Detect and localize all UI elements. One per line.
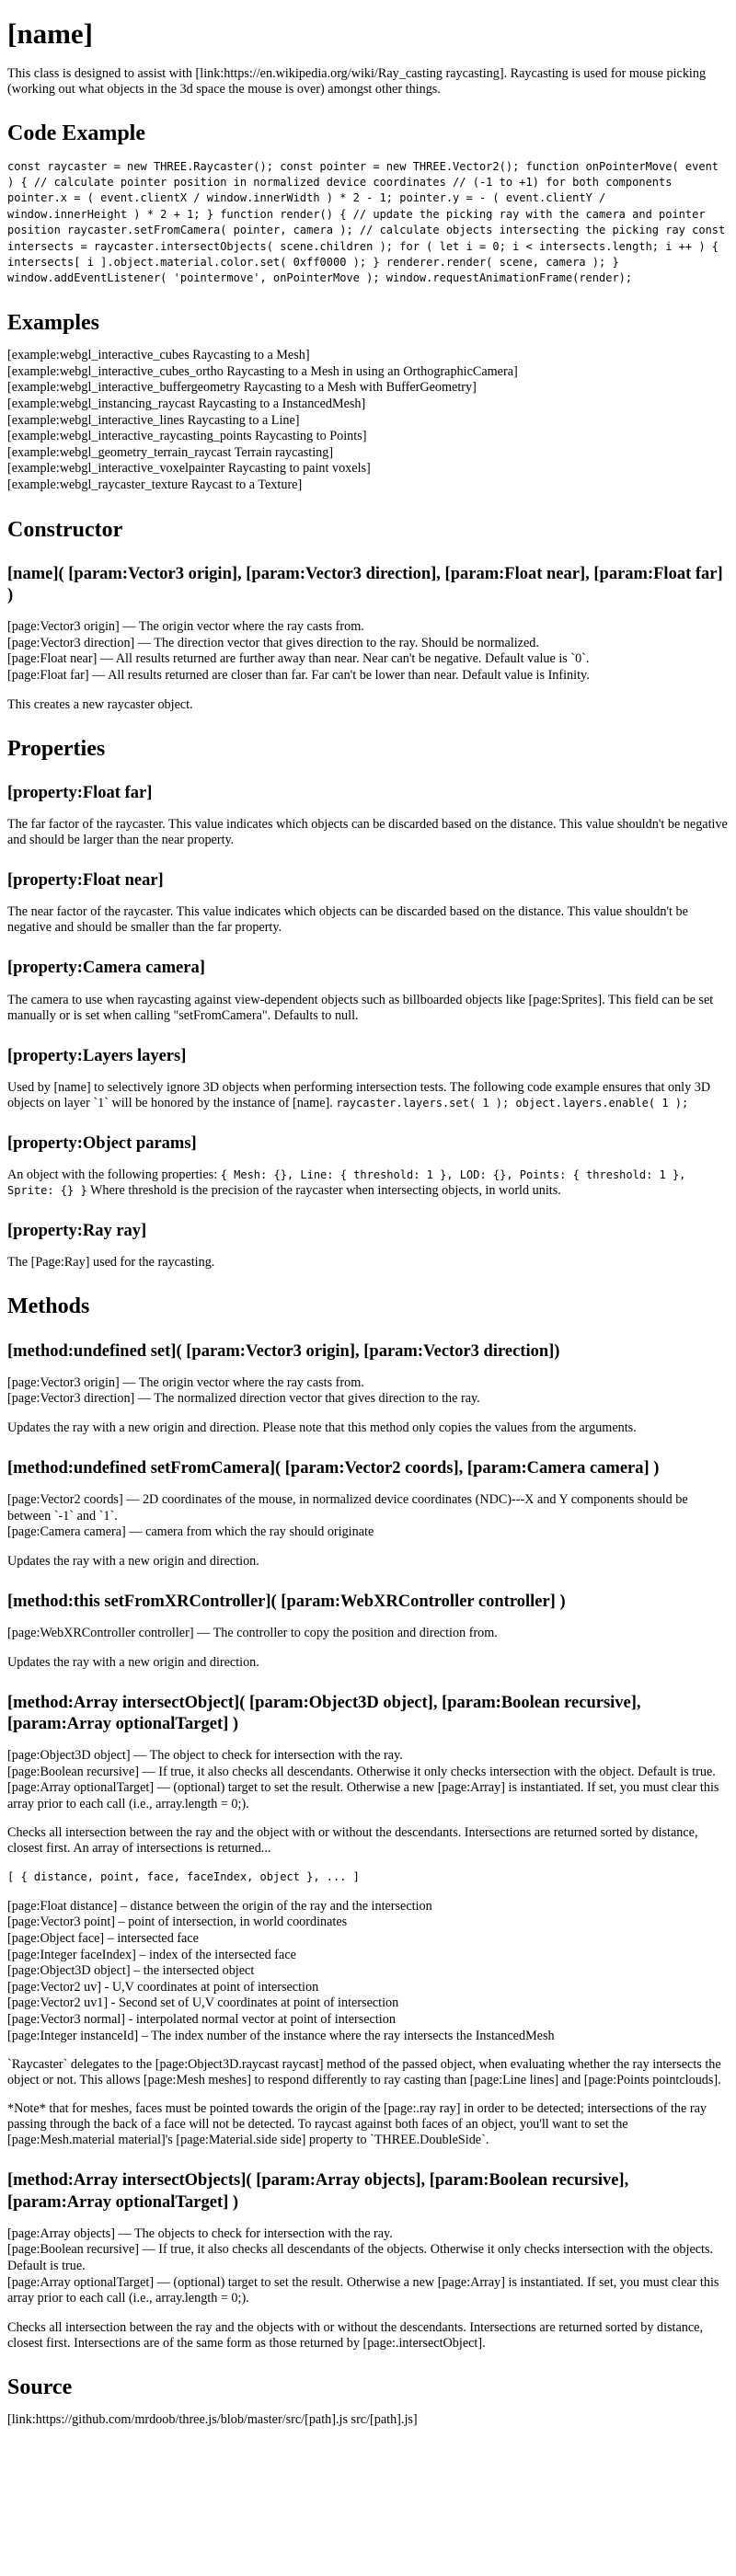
example-link[interactable]: [example:webgl_geometry_terrain_raycast … xyxy=(7,445,729,462)
constructor-description: This creates a new raycaster object. xyxy=(7,696,193,712)
constructor-signature: [name]( [param:Vector3 origin], [param:V… xyxy=(7,564,723,605)
intersection-fields: [page:Float distance] – distance between… xyxy=(7,1899,729,2044)
param-line: [page:Vector3 origin] — The origin vecto… xyxy=(7,619,364,635)
example-link[interactable]: [example:webgl_raycaster_texture Raycast… xyxy=(7,477,729,494)
property-far-description: The far factor of the raycaster. This va… xyxy=(7,817,728,848)
source-heading: Source xyxy=(7,2375,73,2399)
method-setfromcamera-signature: [method:undefined setFromCamera]( [param… xyxy=(7,1458,660,1478)
param-line: [page:Array objects] — The objects to ch… xyxy=(7,2225,393,2241)
method-setfromcamera-params: [page:Vector2 coords] — 2D coordinates o… xyxy=(7,1492,729,1541)
code-example-heading: Code Example xyxy=(7,121,145,146)
method-setfromxrcontroller-params: [page:WebXRController controller] — The … xyxy=(7,1626,729,1642)
property-params-signature: [property:Object params] xyxy=(7,1133,197,1153)
property-layers-description: Used by [name] to selectively ignore 3D … xyxy=(7,1080,729,1111)
example-link[interactable]: [example:webgl_interactive_buffergeometr… xyxy=(7,380,729,397)
param-line: [page:Vector3 direction] — The normalize… xyxy=(7,1391,480,1407)
field-line: [page:Object face] – intersected face xyxy=(7,1931,199,1947)
params-text-post: Where threshold is the precision of the … xyxy=(90,1182,561,1198)
param-line: [page:WebXRController controller] — The … xyxy=(7,1626,498,1641)
param-line: [page:Vector3 origin] — The origin vecto… xyxy=(7,1374,364,1390)
method-set-signature: [method:undefined set]( [param:Vector3 o… xyxy=(7,1341,560,1361)
example-link[interactable]: [example:webgl_interactive_cubes Raycast… xyxy=(7,348,729,364)
property-near-description: The near factor of the raycaster. This v… xyxy=(7,904,688,936)
param-line: [page:Float far] — All results returned … xyxy=(7,668,590,684)
field-line: [page:Vector2 uv1] - Second set of U,V c… xyxy=(7,1995,399,2011)
field-line: [page:Vector3 point] – point of intersec… xyxy=(7,1915,348,1930)
param-line: [page:Array optionalTarget] — (optional)… xyxy=(7,2274,719,2306)
intro-paragraph: This class is designed to assist with [l… xyxy=(7,66,707,98)
param-line: [page:Object3D object] — The object to c… xyxy=(7,1747,403,1763)
method-intersectobjects-params: [page:Array objects] — The objects to ch… xyxy=(7,2226,729,2307)
example-link[interactable]: [example:webgl_interactive_lines Raycast… xyxy=(7,413,729,430)
property-camera-description: The camera to use when raycasting agains… xyxy=(7,992,714,1023)
property-ray-description: The [Page:Ray] used for the raycasting. xyxy=(7,1255,215,1271)
method-setfromcamera-description: Updates the ray with a new origin and di… xyxy=(7,1553,259,1569)
property-camera-signature: [property:Camera camera] xyxy=(7,959,205,978)
param-line: [page:Vector2 coords] — 2D coordinates o… xyxy=(7,1492,688,1524)
field-line: [page:Vector3 normal] - interpolated nor… xyxy=(7,2012,396,2028)
method-intersectobject-signature: [method:Array intersectObject]( [param:O… xyxy=(7,1693,641,1733)
field-line: [page:Vector2 uv] - U,V coordinates at p… xyxy=(7,1979,319,1995)
examples-list: [example:webgl_interactive_cubes Raycast… xyxy=(7,348,729,493)
method-set-description: Updates the ray with a new origin and di… xyxy=(7,1420,637,1435)
page-title: [name] xyxy=(7,17,93,50)
examples-heading: Examples xyxy=(7,310,100,335)
method-intersectobject-params: [page:Object3D object] — The object to c… xyxy=(7,1748,729,1812)
param-line: [page:Camera camera] — camera from which… xyxy=(7,1524,374,1540)
params-text-pre: An object with the following properties: xyxy=(7,1167,218,1182)
doc-page: [name] This class is designed to assist … xyxy=(0,0,736,2428)
param-line: [page:Array optionalTarget] — (optional)… xyxy=(7,1780,719,1811)
example-link[interactable]: [example:webgl_interactive_raycasting_po… xyxy=(7,429,729,445)
property-ray-signature: [property:Ray ray] xyxy=(7,1221,147,1240)
field-line: [page:Object3D object] – the intersected… xyxy=(7,1963,255,1979)
method-setfromxrcontroller-signature: [method:this setFromXRController]( [para… xyxy=(7,1592,566,1611)
raycast-delegation-note: `Raycaster` delegates to the [page:Objec… xyxy=(7,2057,721,2088)
method-intersectobjects-signature: [method:Array intersectObjects]( [param:… xyxy=(7,2171,629,2212)
example-link[interactable]: [example:webgl_interactive_voxelpainter … xyxy=(7,461,729,477)
property-layers-signature: [property:Layers layers] xyxy=(7,1046,187,1065)
example-link[interactable]: [example:webgl_instancing_raycast Raycas… xyxy=(7,397,729,413)
constructor-params: [page:Vector3 origin] — The origin vecto… xyxy=(7,619,729,684)
intersection-result-code: [ { distance, point, face, faceIndex, ob… xyxy=(7,1870,360,1884)
field-line: [page:Float distance] – distance between… xyxy=(7,1898,432,1914)
field-line: [page:Integer faceIndex] – index of the … xyxy=(7,1947,296,1962)
mesh-faces-note: *Note* that for meshes, faces must be po… xyxy=(7,2101,707,2148)
constructor-heading: Constructor xyxy=(7,517,123,542)
param-line: [page:Boolean recursive] — If true, it a… xyxy=(7,1764,716,1779)
property-near-signature: [property:Float near] xyxy=(7,871,164,891)
methods-heading: Methods xyxy=(7,1294,90,1319)
method-setfromxrcontroller-description: Updates the ray with a new origin and di… xyxy=(7,1654,259,1670)
method-intersectobjects-description: Checks all intersection between the ray … xyxy=(7,2319,704,2351)
method-set-params: [page:Vector3 origin] — The origin vecto… xyxy=(7,1375,729,1408)
layers-code: raycaster.layers.set( 1 ); object.layers… xyxy=(336,1096,689,1110)
param-line: [page:Vector3 direction] — The direction… xyxy=(7,635,539,650)
example-link[interactable]: [example:webgl_interactive_cubes_ortho R… xyxy=(7,364,729,381)
properties-heading: Properties xyxy=(7,736,106,761)
param-line: [page:Boolean recursive] — If true, it a… xyxy=(7,2242,714,2273)
property-far-signature: [property:Float far] xyxy=(7,784,153,803)
field-line: [page:Integer instanceId] – The index nu… xyxy=(7,2028,555,2043)
param-line: [page:Float near] — All results returned… xyxy=(7,651,590,667)
code-example-block: const raycaster = new THREE.Raycaster();… xyxy=(7,159,726,285)
property-params-description: An object with the following properties:… xyxy=(7,1167,729,1199)
source-link[interactable]: [link:https://github.com/mrdoob/three.js… xyxy=(7,2412,729,2428)
method-intersectobject-description: Checks all intersection between the ray … xyxy=(7,1825,698,1857)
